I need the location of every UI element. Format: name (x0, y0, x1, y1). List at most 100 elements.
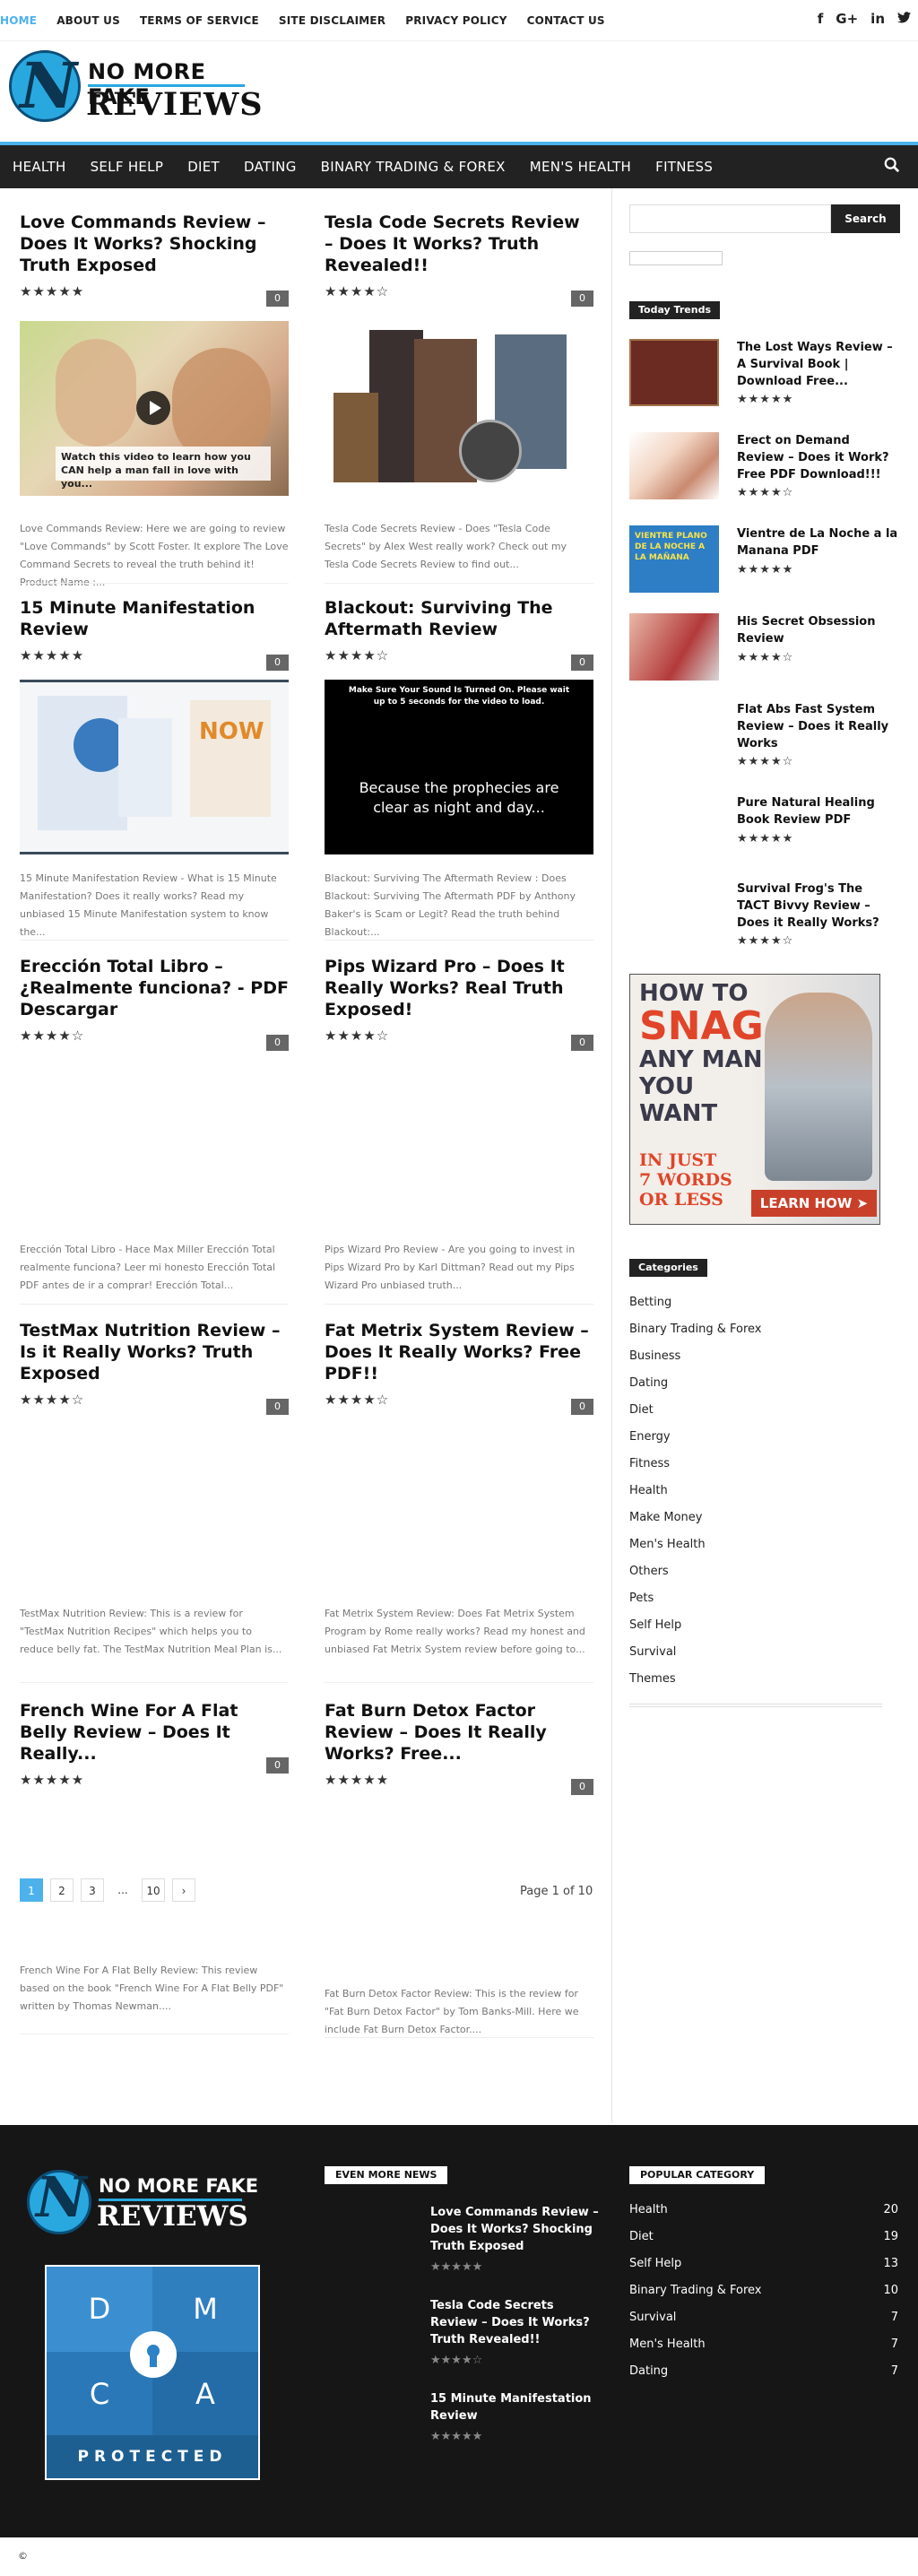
ad-cta-button[interactable]: LEARN HOW ➤ (751, 1190, 877, 1217)
popular-category-item[interactable]: Self Help 13 (629, 2251, 898, 2277)
category-name[interactable]: Men's Health (629, 2337, 706, 2351)
popular-category-item[interactable]: Binary Trading & Forex 10 (629, 2277, 898, 2304)
trend-thumbnail[interactable] (629, 339, 719, 406)
post-title[interactable]: Love Commands Review – Does It Works? Sh… (20, 212, 289, 276)
category-item[interactable]: Make Money (629, 1505, 898, 1531)
post-title[interactable]: Fat Burn Detox Factor Review – Does It R… (325, 1700, 593, 1765)
topmenu-privacy[interactable]: PRIVACY POLICY (405, 14, 507, 27)
category-item[interactable]: Survival (629, 1639, 898, 1666)
post-thumbnail[interactable]: Watch this video to learn how you CAN he… (20, 321, 289, 496)
trend-title[interactable]: The Lost Ways Review – A Survival Book |… (737, 339, 898, 390)
topmenu-home[interactable]: HOME (0, 14, 37, 27)
category-item[interactable]: Betting (629, 1289, 898, 1316)
footer-news-item[interactable]: Tesla Code Secrets Review – Does It Work… (430, 2297, 601, 2367)
topmenu-terms[interactable]: TERMS OF SERVICE (140, 14, 259, 27)
topmenu-contact[interactable]: CONTACT US (527, 14, 605, 27)
post-thumbnail[interactable]: Make Sure Your Sound Is Turned On. Pleas… (325, 680, 593, 854)
popular-category-item[interactable]: Health 20 (629, 2197, 898, 2224)
category-item[interactable]: Binary Trading & Forex (629, 1316, 898, 1343)
trend-title[interactable]: Survival Frog's The TACT Bivvy Review – … (737, 880, 898, 932)
search-icon[interactable] (884, 157, 900, 178)
popular-category-item[interactable]: Survival 7 (629, 2304, 898, 2331)
linkedin-icon[interactable]: in (870, 11, 885, 27)
category-item[interactable]: Business (629, 1343, 898, 1370)
topmenu-about-us[interactable]: ABOUT US (56, 14, 120, 27)
post-title[interactable]: Tesla Code Secrets Review – Does It Work… (325, 212, 593, 276)
trend-thumbnail[interactable] (629, 613, 719, 681)
nav-health[interactable]: HEALTH (13, 159, 66, 175)
page-10[interactable]: 10 (142, 1878, 165, 1902)
select-box[interactable] (629, 251, 723, 265)
category-item[interactable]: Energy (629, 1424, 898, 1451)
comment-count[interactable]: 0 (266, 1399, 289, 1415)
comment-count[interactable]: 0 (571, 1779, 593, 1795)
category-item[interactable]: Diet (629, 1397, 898, 1424)
trend-title[interactable]: His Secret Obsession Review (737, 613, 898, 647)
nav-fitness[interactable]: FITNESS (655, 159, 713, 175)
post-title[interactable]: TestMax Nutrition Review – Is it Really … (20, 1320, 289, 1384)
footer-news-title-text[interactable]: Tesla Code Secrets Review – Does It Work… (430, 2297, 601, 2348)
category-name[interactable]: Self Help (629, 2257, 681, 2270)
category-item[interactable]: Others (629, 1558, 898, 1585)
footer-news-item[interactable]: 15 Minute Manifestation Review ★★★★★ (430, 2390, 601, 2443)
comment-count[interactable]: 0 (266, 291, 289, 307)
post-title[interactable]: Blackout: Surviving The Aftermath Review (325, 597, 593, 640)
trend-title[interactable]: Vientre de La Noche a la Manana PDF (737, 525, 898, 559)
category-name[interactable]: Binary Trading & Forex (629, 2284, 762, 2297)
comment-count[interactable]: 0 (571, 1399, 593, 1415)
comment-count[interactable]: 0 (571, 1035, 593, 1051)
comment-count[interactable]: 0 (266, 1035, 289, 1051)
post-title[interactable]: Erección Total Libro – ¿Realmente funcio… (20, 956, 289, 1020)
footer-news-title-text[interactable]: Love Commands Review – Does It Works? Sh… (430, 2204, 601, 2255)
dmca-badge[interactable]: D M C A PROTECTED (45, 2265, 260, 2480)
category-item[interactable]: Dating (629, 1370, 898, 1397)
comment-count[interactable]: 0 (266, 655, 289, 671)
nav-mens-health[interactable]: MEN'S HEALTH (530, 159, 631, 175)
trend-thumbnail[interactable] (629, 432, 719, 499)
ad-banner[interactable]: HOW TO SNAG ANY MAN YOU WANT IN JUST 7 W… (629, 974, 880, 1225)
category-name[interactable]: Diet (629, 2230, 654, 2243)
popular-category-item[interactable]: Men's Health 7 (629, 2331, 898, 2358)
trend-title[interactable]: Erect on Demand Review – Does it Work? F… (737, 432, 898, 483)
category-item[interactable]: Self Help (629, 1612, 898, 1639)
twitter-icon[interactable] (897, 11, 911, 27)
category-item[interactable]: Health (629, 1478, 898, 1505)
post-title[interactable]: Pips Wizard Pro – Does It Really Works? … (325, 956, 593, 1020)
trend-title[interactable]: Pure Natural Healing Book Review PDF (737, 794, 898, 828)
post-title[interactable]: French Wine For A Flat Belly Review – Do… (20, 1700, 289, 1765)
trend-thumbnail[interactable]: VIENTRE PLANO DE LA NOCHE A LA MAÑANA (629, 525, 719, 593)
site-logo[interactable]: N NO MORE FAKE REVIEWS (9, 48, 263, 123)
page-2[interactable]: 2 (50, 1878, 74, 1902)
sidebar-search-input[interactable] (629, 204, 831, 233)
nav-self-help[interactable]: SELF HELP (91, 159, 164, 175)
nav-diet[interactable]: DIET (187, 159, 220, 175)
sidebar-search-button[interactable]: Search (831, 204, 900, 233)
category-item[interactable]: Fitness (629, 1451, 898, 1478)
footer-news-item[interactable]: Love Commands Review – Does It Works? Sh… (430, 2204, 601, 2274)
page-1[interactable]: 1 (20, 1878, 43, 1902)
facebook-icon[interactable]: f (818, 11, 824, 27)
popular-category-item[interactable]: Dating 7 (629, 2358, 898, 2385)
category-name[interactable]: Dating (629, 2364, 668, 2378)
footer-logo[interactable]: N NO MORE FAKE REVIEWS (27, 2164, 269, 2238)
post-thumbnail[interactable]: NOW (20, 680, 289, 854)
post-title[interactable]: Fat Metrix System Review – Does It Reall… (325, 1320, 593, 1384)
comment-count[interactable]: 0 (266, 1757, 289, 1774)
google-plus-icon[interactable]: G+ (836, 11, 858, 27)
popular-category-item[interactable]: Diet 19 (629, 2224, 898, 2251)
post-thumbnail[interactable] (325, 321, 593, 496)
category-name[interactable]: Health (629, 2203, 668, 2216)
comment-count[interactable]: 0 (571, 655, 593, 671)
next-page-button[interactable]: › (172, 1878, 195, 1902)
page-3[interactable]: 3 (81, 1878, 104, 1902)
category-item[interactable]: Themes (629, 1666, 898, 1693)
trend-title[interactable]: Flat Abs Fast System Review – Does it Re… (737, 701, 898, 752)
play-icon[interactable] (136, 391, 170, 425)
post-title[interactable]: 15 Minute Manifestation Review (20, 597, 289, 640)
footer-news-title-text[interactable]: 15 Minute Manifestation Review (430, 2390, 601, 2424)
category-name[interactable]: Survival (629, 2311, 676, 2324)
nav-binary-trading[interactable]: BINARY TRADING & FOREX (321, 159, 506, 175)
category-item[interactable]: Men's Health (629, 1531, 898, 1558)
category-item[interactable]: Pets (629, 1585, 898, 1612)
nav-dating[interactable]: DATING (244, 159, 297, 175)
